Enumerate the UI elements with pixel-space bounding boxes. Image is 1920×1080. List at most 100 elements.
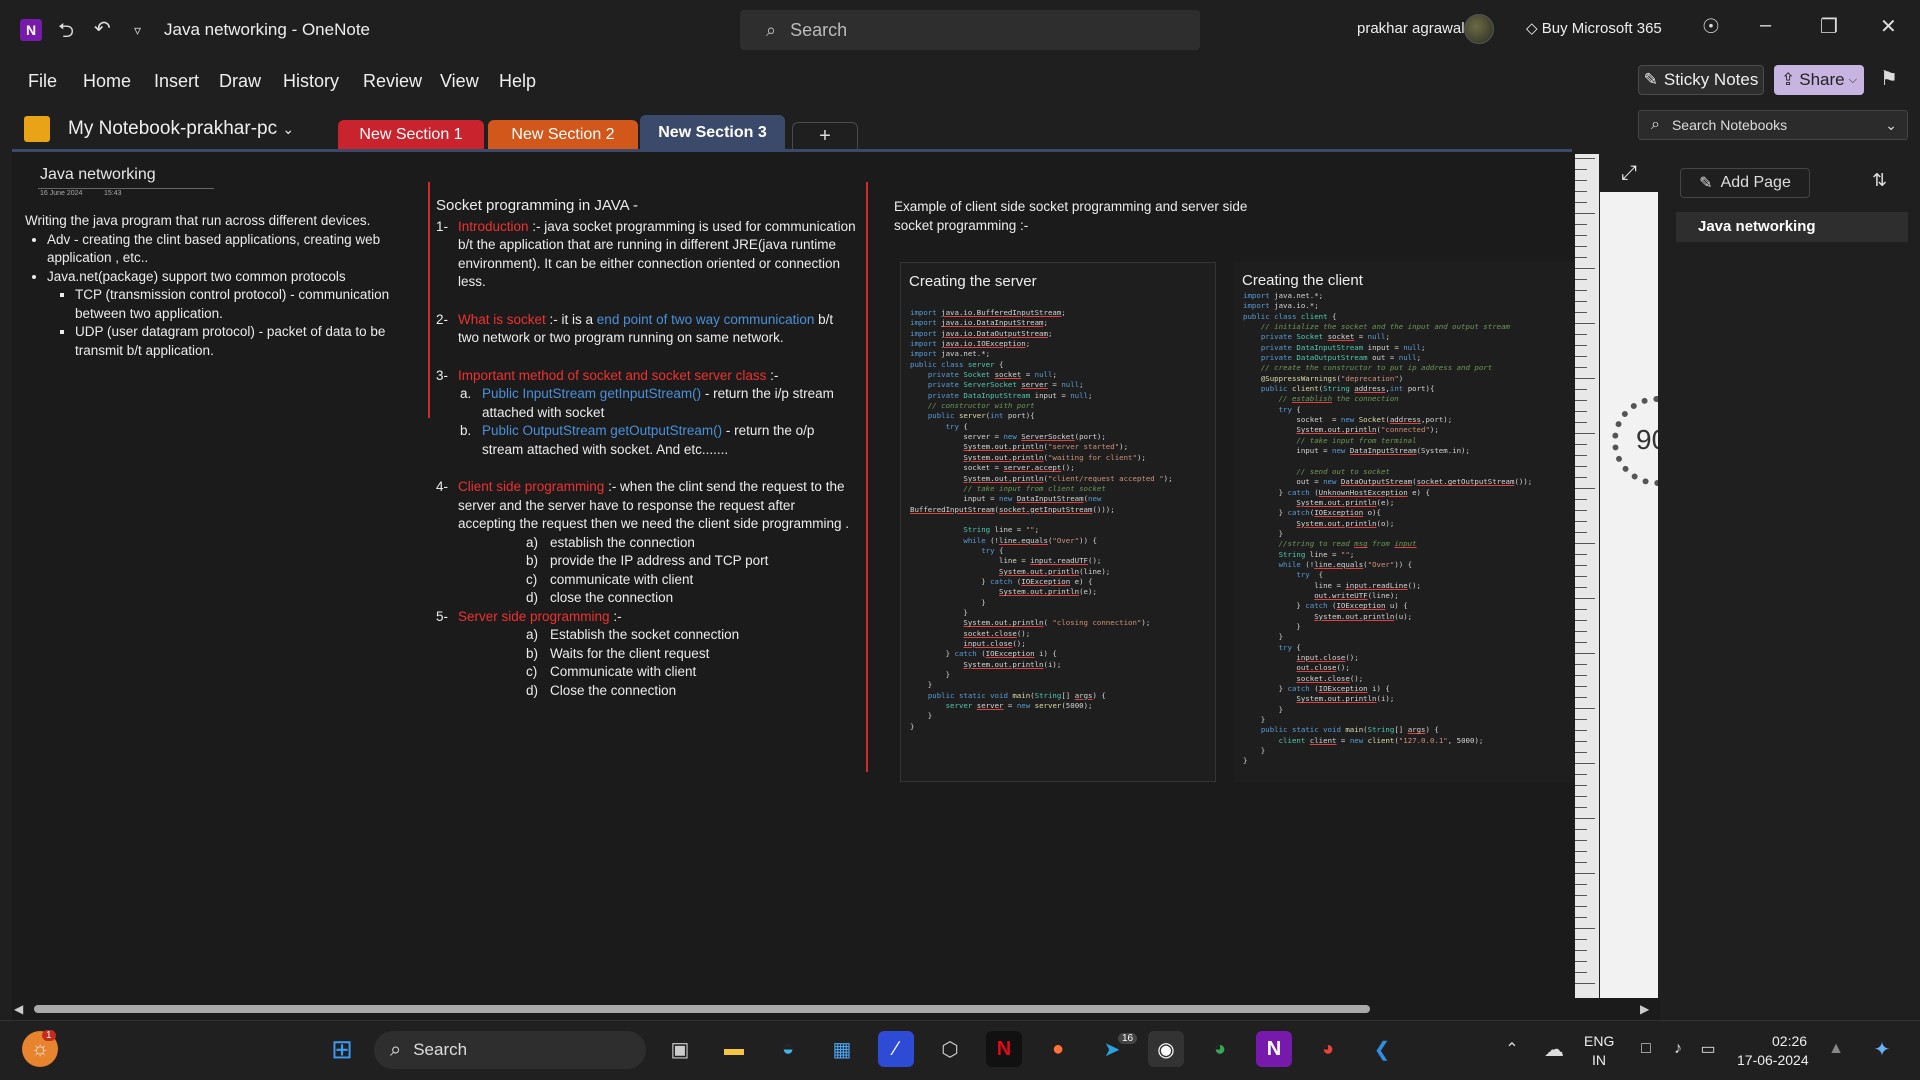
- clock-time[interactable]: 02:26: [1772, 1033, 1807, 1049]
- language-region[interactable]: IN: [1592, 1052, 1606, 1068]
- menu-review[interactable]: Review: [363, 71, 422, 92]
- scroll-left-icon[interactable]: ◀: [14, 1002, 23, 1016]
- minimize-icon[interactable]: –: [1760, 14, 1771, 37]
- chevron-down-icon: ⌵: [1848, 73, 1857, 86]
- page-title[interactable]: Java networking: [40, 166, 156, 184]
- ruler-tick: [1575, 796, 1587, 797]
- language-code[interactable]: ENG: [1584, 1033, 1614, 1049]
- add-page-button[interactable]: ✎ Add Page: [1680, 168, 1810, 198]
- onenote-taskbar-icon[interactable]: N: [1256, 1031, 1292, 1067]
- item-title: Introduction: [458, 218, 529, 234]
- server-code: import java.io.BufferedInputStream; impo…: [910, 308, 1173, 731]
- search-notebooks-box[interactable]: ⌕ Search Notebooks ⌄: [1638, 110, 1908, 140]
- note-column-1[interactable]: Writing the java program that run across…: [25, 212, 435, 360]
- ruler-tick: [1575, 235, 1587, 236]
- ruler-tick: [1575, 213, 1595, 214]
- avatar[interactable]: [1464, 14, 1494, 44]
- item-number: 5-: [436, 608, 449, 624]
- unity-icon[interactable]: ⬡: [932, 1031, 968, 1067]
- screen-recorder-icon[interactable]: ◉: [1148, 1031, 1184, 1067]
- note-column-2[interactable]: Socket programming in JAVA - 1- Introduc…: [436, 197, 856, 700]
- clock-date[interactable]: 17-06-2024: [1737, 1052, 1809, 1068]
- step-text: Establish the socket connection: [550, 627, 740, 642]
- page-list-item[interactable]: Java networking: [1676, 212, 1908, 242]
- ruler-tick: [1575, 301, 1587, 302]
- taskbar-search[interactable]: ⌕ Search: [374, 1031, 646, 1069]
- page-date: 16 June 2024: [40, 190, 83, 197]
- close-icon[interactable]: ✕: [1880, 14, 1897, 39]
- notification-badge: 1: [42, 1030, 56, 1041]
- sort-icon[interactable]: ⇅: [1872, 170, 1887, 191]
- ruler-tick: [1575, 730, 1587, 731]
- chrome-profile-icon[interactable]: ◕: [1310, 1031, 1346, 1067]
- ruler-tick: [1575, 620, 1587, 621]
- side-strip: [1600, 154, 1658, 998]
- customize-toolbar-icon[interactable]: ▿: [134, 22, 141, 39]
- user-name[interactable]: prakhar agrawal: [1357, 20, 1465, 37]
- undo-icon[interactable]: ↶: [94, 16, 111, 41]
- item-title: Server side programming: [458, 608, 610, 624]
- page-canvas[interactable]: Java networking 16 June 2024 15:43 Writi…: [12, 152, 1577, 998]
- copilot-icon[interactable]: ✦: [1864, 1031, 1900, 1067]
- notification-bell-icon[interactable]: ▲: [1818, 1031, 1854, 1067]
- example-text[interactable]: Example of client side socket programmin…: [894, 198, 1274, 235]
- sticky-notes-button[interactable]: ✎ Sticky Notes: [1638, 65, 1764, 95]
- menu-view[interactable]: View: [440, 71, 479, 92]
- step-text: Communicate with client: [550, 664, 697, 679]
- menu-home[interactable]: Home: [83, 71, 131, 92]
- package-text: Java.net(package) support two common pro…: [47, 268, 346, 284]
- menu-file[interactable]: File: [28, 71, 57, 92]
- ruler-tick: [1575, 708, 1595, 709]
- step-letter: c): [526, 571, 538, 587]
- file-explorer-icon[interactable]: ▬: [716, 1031, 752, 1067]
- lightbulb-icon[interactable]: ☉: [1702, 14, 1720, 39]
- feedback-icon[interactable]: ⚑: [1880, 66, 1898, 91]
- scroll-thumb[interactable]: [34, 1005, 1370, 1013]
- task-view-icon[interactable]: ▣: [662, 1031, 698, 1067]
- ruler-tick: [1575, 356, 1587, 357]
- edge-icon[interactable]: ◒: [770, 1031, 806, 1067]
- add-section-button[interactable]: +: [792, 122, 858, 150]
- ruler-tick: [1575, 928, 1595, 929]
- tab-new-section-3[interactable]: New Section 3: [640, 115, 785, 150]
- firefox-icon[interactable]: ●: [1040, 1031, 1076, 1067]
- store-icon[interactable]: ▦: [824, 1031, 860, 1067]
- step-letter: b): [526, 645, 539, 661]
- menu-draw[interactable]: Draw: [219, 71, 261, 92]
- restore-icon[interactable]: ❐: [1820, 14, 1838, 39]
- notebook-selector[interactable]: My Notebook-prakhar-pc ⌄: [68, 118, 294, 140]
- ruler-tick: [1575, 576, 1587, 577]
- page-time: 15:43: [104, 190, 122, 197]
- ruler-tick: [1575, 840, 1587, 841]
- netflix-icon[interactable]: N: [986, 1031, 1022, 1067]
- expand-icon[interactable]: ⤢: [1600, 154, 1658, 192]
- ruler-tick: [1575, 675, 1587, 676]
- tab-new-section-1[interactable]: New Section 1: [338, 120, 484, 150]
- back-icon[interactable]: ⮌: [58, 16, 74, 50]
- battery-icon[interactable]: ▭: [1690, 1031, 1726, 1067]
- server-code-image[interactable]: Creating the server import java.io.Buffe…: [900, 262, 1216, 782]
- ruler-tick: [1575, 741, 1587, 742]
- window-title: Java networking - OneNote: [164, 20, 370, 39]
- ruler-tick: [1575, 312, 1587, 313]
- vscode-icon[interactable]: ❮: [1364, 1031, 1400, 1067]
- client-code-image[interactable]: Creating the client import java.net.*; i…: [1234, 262, 1574, 782]
- menu-insert[interactable]: Insert: [154, 71, 199, 92]
- chrome-icon[interactable]: ◕: [1202, 1031, 1238, 1067]
- scroll-right-icon[interactable]: ▶: [1640, 1002, 1649, 1016]
- ruler-tick: [1575, 686, 1587, 687]
- chevron-up-icon[interactable]: ⌃: [1494, 1031, 1530, 1067]
- app-icon[interactable]: ∕: [878, 1031, 914, 1067]
- windows-start-icon[interactable]: ⊞: [324, 1031, 360, 1067]
- tab-new-section-2[interactable]: New Section 2: [488, 120, 638, 150]
- title-search-box[interactable]: ⌕ Search: [740, 10, 1200, 50]
- menu-history[interactable]: History: [283, 71, 339, 92]
- onedrive-icon[interactable]: ☁: [1536, 1031, 1572, 1067]
- menu-help[interactable]: Help: [499, 71, 536, 92]
- network-icon[interactable]: □: [1628, 1031, 1664, 1067]
- buy-microsoft-365-link[interactable]: ◇ Buy Microsoft 365: [1526, 19, 1662, 37]
- share-button[interactable]: ⇪ Share ⌵: [1774, 65, 1864, 95]
- client-code: import java.net.*; import java.io.*; pub…: [1243, 291, 1533, 766]
- ruler-tick: [1575, 246, 1587, 247]
- ruler-tick: [1575, 829, 1587, 830]
